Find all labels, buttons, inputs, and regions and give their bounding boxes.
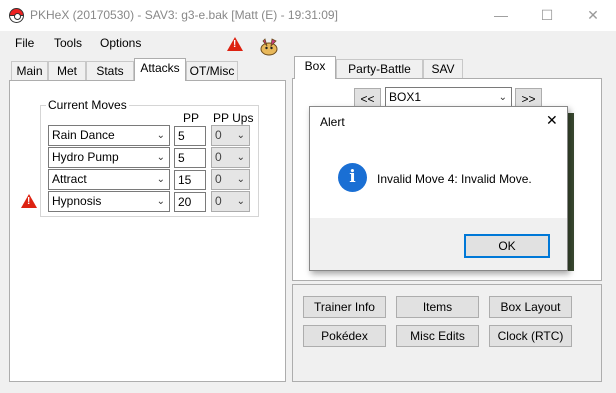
ppups-header: PP Ups: [213, 111, 254, 125]
pokeball-app-icon: [9, 8, 24, 23]
chevron-down-icon: ⌄: [236, 152, 245, 163]
ok-button[interactable]: OK: [464, 234, 550, 258]
alert-dialog: Alert ✕ i Invalid Move 4: Invalid Move. …: [309, 106, 568, 271]
move-3-pp[interactable]: 15: [174, 170, 206, 190]
alert-close-button[interactable]: ✕: [546, 112, 558, 129]
tab-sav[interactable]: SAV: [423, 59, 463, 79]
chevron-down-icon: ⌄: [236, 130, 245, 141]
move-4-name: Hypnosis: [52, 194, 102, 208]
pp-header: PP: [183, 111, 200, 125]
warning-exclamation: !: [27, 196, 31, 207]
move-4-ppups-value: 0: [215, 194, 222, 208]
move-1-ppups-select[interactable]: 0 ⌄: [211, 125, 250, 146]
move-2-select[interactable]: Hydro Pump ⌄: [48, 147, 170, 168]
move-2-pp[interactable]: 5: [174, 148, 206, 168]
misc-edits-button[interactable]: Misc Edits: [396, 325, 479, 347]
pokemon-sprite-icon[interactable]: [258, 36, 280, 58]
chevron-down-icon: ⌄: [156, 130, 165, 141]
maximize-button[interactable]: ☐: [524, 0, 570, 31]
move-3-ppups-value: 0: [215, 172, 222, 186]
tab-party-battle-box[interactable]: Party-Battle Box: [336, 59, 423, 95]
move-1-ppups-value: 0: [215, 128, 222, 142]
clock-rtc-button[interactable]: Clock (RTC): [489, 325, 572, 347]
items-button[interactable]: Items: [396, 296, 479, 318]
move-2-name: Hydro Pump: [52, 150, 119, 164]
chevron-down-icon: ⌄: [498, 92, 507, 103]
move-2-ppups-value: 0: [215, 150, 222, 164]
tab-ot-misc[interactable]: OT/Misc: [186, 61, 238, 81]
warning-exclamation: !: [233, 39, 237, 50]
move-2-ppups-select[interactable]: 0 ⌄: [211, 147, 250, 168]
move-3-ppups-select[interactable]: 0 ⌄: [211, 169, 250, 190]
chevron-down-icon: ⌄: [236, 196, 245, 207]
tab-attacks[interactable]: Attacks: [134, 58, 186, 81]
chevron-down-icon: ⌄: [236, 174, 245, 185]
chevron-down-icon: ⌄: [156, 196, 165, 207]
move-3-name: Attract: [52, 172, 87, 186]
chevron-down-icon: ⌄: [156, 174, 165, 185]
trainer-info-button[interactable]: Trainer Info: [303, 296, 386, 318]
tab-met[interactable]: Met: [48, 61, 86, 81]
alert-title: Alert: [320, 115, 345, 129]
pokedex-button[interactable]: Pokédex: [303, 325, 386, 347]
alert-message: Invalid Move 4: Invalid Move.: [377, 172, 532, 186]
legality-warning-icon[interactable]: !: [227, 37, 243, 51]
box-layout-button[interactable]: Box Layout: [489, 296, 572, 318]
chevron-down-icon: ⌄: [156, 152, 165, 163]
window-title: PKHeX (20170530) - SAV3: g3-e.bak [Matt …: [30, 8, 338, 22]
close-button[interactable]: ✕: [570, 0, 616, 31]
menu-options[interactable]: Options: [100, 36, 141, 50]
move-4-pp[interactable]: 20: [174, 192, 206, 212]
current-moves-title: Current Moves: [46, 98, 129, 112]
tab-stats[interactable]: Stats: [86, 61, 134, 81]
title-bar: PKHeX (20170530) - SAV3: g3-e.bak [Matt …: [0, 0, 616, 31]
move-4-ppups-select[interactable]: 0 ⌄: [211, 191, 250, 212]
move-4-select[interactable]: Hypnosis ⌄: [48, 191, 170, 212]
box-select[interactable]: BOX1 ⌄: [385, 87, 512, 108]
menu-tools[interactable]: Tools: [54, 36, 82, 50]
box-select-value: BOX1: [389, 90, 422, 104]
move-3-select[interactable]: Attract ⌄: [48, 169, 170, 190]
move-1-pp[interactable]: 5: [174, 126, 206, 146]
menu-file[interactable]: File: [15, 36, 34, 50]
move-1-select[interactable]: Rain Dance ⌄: [48, 125, 170, 146]
minimize-button[interactable]: —: [478, 0, 524, 31]
tab-box[interactable]: Box: [294, 56, 336, 79]
move-1-name: Rain Dance: [52, 128, 115, 142]
move-4-warning-icon: !: [21, 194, 37, 208]
info-icon: i: [338, 163, 367, 192]
tab-main[interactable]: Main: [11, 61, 48, 81]
